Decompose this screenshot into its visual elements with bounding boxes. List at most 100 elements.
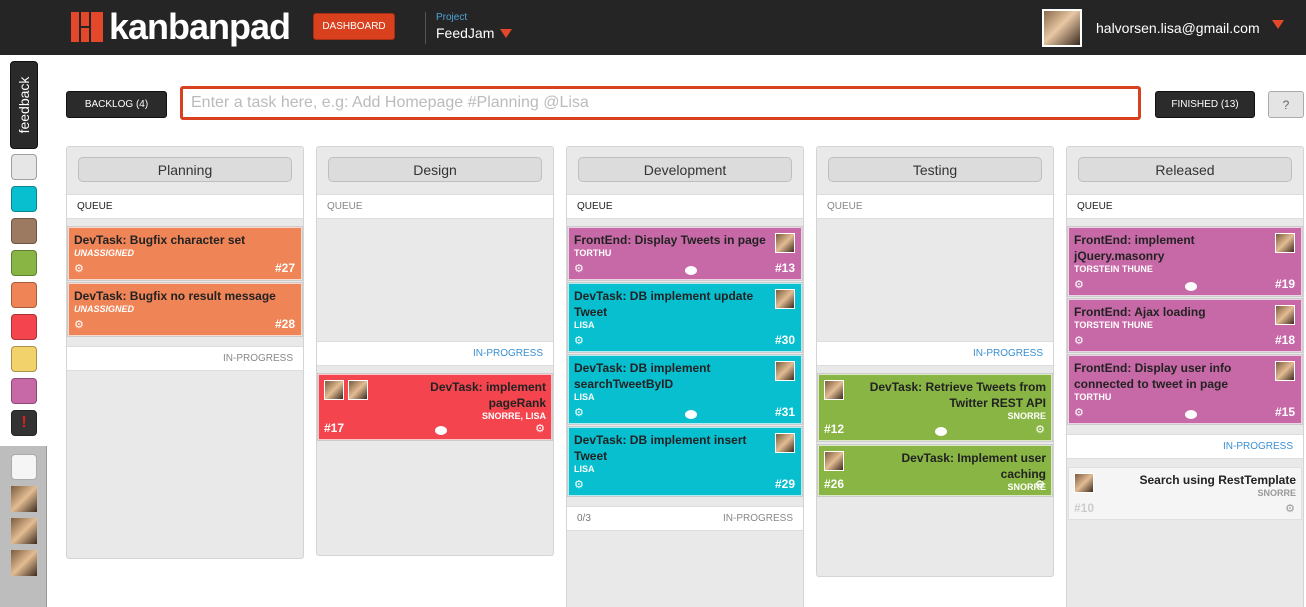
task-card[interactable]: FrontEnd: Ajax loading TORSTEIN THUNE ⚙ …: [1067, 298, 1303, 353]
help-button[interactable]: ?: [1268, 91, 1304, 118]
user-filter-avatar[interactable]: [11, 518, 37, 544]
card-assignee: SNORRE: [1007, 411, 1046, 421]
column-testing: Testing QUEUE IN-PROGRESS DevTask: Retri…: [816, 146, 1054, 577]
gear-icon[interactable]: ⚙: [574, 407, 584, 419]
column-title[interactable]: Released: [1078, 157, 1292, 182]
task-card[interactable]: DevTask: DB implement insert Tweet LISA …: [567, 426, 803, 497]
task-input[interactable]: [180, 86, 1141, 120]
column-title[interactable]: Planning: [78, 157, 292, 182]
color-filter-red[interactable]: [11, 314, 37, 340]
card-assignee: UNASSIGNED: [74, 304, 135, 314]
task-card[interactable]: DevTask: Retrieve Tweets from Twitter RE…: [817, 373, 1053, 442]
task-card[interactable]: FrontEnd: Display Tweets in page TORTHU …: [567, 226, 803, 281]
task-card[interactable]: FrontEnd: Display user info connected to…: [1067, 354, 1303, 425]
finished-button[interactable]: FINISHED (13): [1155, 91, 1255, 118]
project-selector[interactable]: Project FeedJam: [425, 12, 513, 44]
gear-icon[interactable]: ⚙: [1285, 503, 1295, 515]
card-title: FrontEnd: Display user info connected to…: [1074, 361, 1232, 391]
gear-icon[interactable]: ⚙: [574, 263, 584, 275]
card-avatar: [324, 380, 344, 400]
card-avatar: [824, 451, 844, 471]
user-filter-avatar[interactable]: [11, 550, 37, 576]
task-card[interactable]: DevTask: DB implement searchTweetByID LI…: [567, 354, 803, 425]
comment-icon[interactable]: [435, 426, 447, 435]
dashboard-button[interactable]: DASHBOARD: [313, 13, 395, 40]
wip-count: 0/3: [577, 513, 591, 524]
column-title[interactable]: Development: [578, 157, 792, 182]
project-dropdown-caret-icon[interactable]: [500, 28, 513, 38]
card-assignee: TORTHU: [574, 248, 612, 258]
card-title: FrontEnd: Display Tweets in page: [574, 233, 766, 247]
card-number: #30: [774, 333, 795, 347]
task-card[interactable]: DevTask: implement pageRank SNORRE, LISA…: [317, 373, 553, 441]
color-filter-orange[interactable]: [11, 282, 37, 308]
comment-icon[interactable]: [1185, 410, 1197, 419]
gear-icon[interactable]: ⚙: [1074, 279, 1084, 291]
gear-icon[interactable]: ⚙: [74, 263, 84, 275]
card-title: DevTask: Retrieve Tweets from Twitter RE…: [869, 380, 1046, 410]
comment-icon[interactable]: [935, 427, 947, 436]
card-assignee: SNORRE: [1007, 482, 1046, 492]
user-filter-avatar[interactable]: [11, 486, 37, 512]
task-card[interactable]: Search using RestTemplate SNORRE #10 ⚙: [1068, 467, 1302, 520]
user-email[interactable]: halvorsen.lisa@gmail.com: [1096, 20, 1260, 36]
color-filter-yellow[interactable]: [11, 346, 37, 372]
comment-icon[interactable]: [685, 266, 697, 275]
project-label: Project: [436, 12, 468, 23]
gear-icon[interactable]: ⚙: [574, 335, 584, 347]
user-filter-all[interactable]: [11, 454, 37, 480]
task-card[interactable]: DevTask: Bugfix no result message UNASSI…: [67, 282, 303, 337]
color-filter-pink[interactable]: [11, 378, 37, 404]
card-assignee: UNASSIGNED: [74, 248, 135, 258]
backlog-button[interactable]: BACKLOG (4): [66, 91, 167, 118]
card-number: #29: [774, 477, 795, 491]
card-number: #28: [274, 317, 295, 331]
card-avatar: [1275, 361, 1295, 381]
alert-filter-icon[interactable]: !: [11, 410, 37, 436]
card-number: #31: [774, 405, 795, 419]
column-design: Design QUEUE IN-PROGRESS DevTask: implem…: [316, 146, 554, 556]
card-title: DevTask: Bugfix character set: [74, 233, 246, 247]
task-card[interactable]: DevTask: DB implement update Tweet LISA …: [567, 282, 803, 353]
color-filter-white[interactable]: [11, 154, 37, 180]
card-number: #19: [1274, 277, 1295, 291]
comment-icon[interactable]: [1185, 282, 1197, 291]
column-development: Development QUEUE FrontEnd: Display Twee…: [566, 146, 804, 607]
task-card[interactable]: FrontEnd: implement jQuery.masonry TORST…: [1067, 226, 1303, 297]
gear-icon[interactable]: ⚙: [1074, 407, 1084, 419]
card-number: #12: [824, 422, 845, 436]
task-card[interactable]: DevTask: Bugfix character set UNASSIGNED…: [67, 226, 303, 281]
card-number: #17: [324, 421, 345, 435]
feedback-tab[interactable]: feedback: [10, 61, 38, 149]
card-avatar: [775, 361, 795, 381]
card-title: FrontEnd: implement jQuery.masonry: [1074, 233, 1195, 263]
color-filter-brown[interactable]: [11, 218, 37, 244]
card-number: #15: [1274, 405, 1295, 419]
card-assignee: TORTHU: [1074, 392, 1112, 402]
user-avatar[interactable]: [1042, 9, 1082, 47]
card-avatar: [1074, 473, 1094, 493]
gear-icon[interactable]: ⚙: [574, 479, 584, 491]
gear-icon[interactable]: ⚙: [74, 319, 84, 331]
project-name: FeedJam: [436, 25, 495, 41]
card-avatar: [1275, 233, 1295, 253]
gear-icon[interactable]: ⚙: [535, 423, 545, 435]
gear-icon[interactable]: ⚙: [1035, 424, 1045, 436]
color-filter-green[interactable]: [11, 250, 37, 276]
card-assignee: TORSTEIN THUNE: [1074, 320, 1153, 330]
user-menu-caret-icon[interactable]: [1272, 20, 1284, 29]
kanbanpad-logo[interactable]: kanbanpad: [71, 9, 291, 45]
card-number: #10: [1074, 501, 1095, 515]
comment-icon[interactable]: [685, 410, 697, 419]
card-assignee: LISA: [574, 464, 595, 474]
card-title: DevTask: DB implement searchTweetByID: [574, 361, 711, 391]
task-card[interactable]: DevTask: Implement user caching SNORRE #…: [817, 444, 1053, 497]
top-bar: kanbanpad DASHBOARD Project FeedJam halv…: [0, 0, 1306, 55]
card-number: #18: [1274, 333, 1295, 347]
color-filter-cyan[interactable]: [11, 186, 37, 212]
column-title[interactable]: Testing: [828, 157, 1042, 182]
gear-icon[interactable]: ⚙: [1074, 335, 1084, 347]
gear-icon[interactable]: ⚙: [1035, 479, 1045, 491]
column-title[interactable]: Design: [328, 157, 542, 182]
inprogress-label: IN-PROGRESS: [317, 341, 553, 366]
